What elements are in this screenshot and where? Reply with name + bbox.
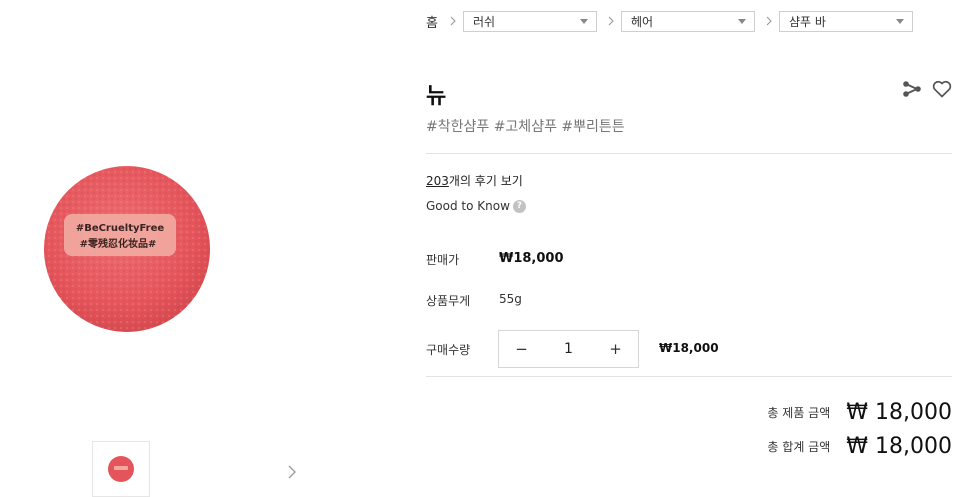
breadcrumb-select-subcategory[interactable]: 샴푸 바	[778, 10, 913, 32]
good-to-know-label: Good to Know	[426, 199, 510, 213]
grand-total-label: 총 합계 금액	[767, 440, 831, 454]
chevron-right-icon	[288, 465, 296, 479]
good-to-know[interactable]: Good to Know ?	[426, 199, 526, 213]
product-total-row: 총 제품 금액 ₩ 18,000	[767, 400, 952, 425]
product-gallery: #BeCrueltyFree #零残忍化妆品#	[0, 0, 410, 497]
review-link-text: 개의 후기 보기	[448, 174, 523, 188]
wishlist-button[interactable]	[932, 79, 952, 99]
product-title: 뉴	[426, 84, 447, 109]
product-thumbnail[interactable]	[92, 441, 150, 497]
quantity-label: 구매수량	[426, 343, 471, 357]
quantity-line-price: ₩18,000	[659, 341, 719, 355]
thumbnail-image	[108, 456, 134, 482]
review-count: 203	[426, 174, 449, 188]
breadcrumb: 홈 러쉬 헤어 샴푸 바	[426, 10, 921, 32]
caret-down-icon	[737, 18, 746, 24]
product-actions	[902, 79, 952, 99]
breadcrumb-select-category-value: 헤어	[630, 14, 654, 29]
breadcrumb-select-category[interactable]: 헤어	[620, 10, 755, 32]
chevron-right-icon	[605, 15, 617, 27]
breadcrumb-select-subcategory-value: 샴푸 바	[788, 14, 826, 29]
image-label-line1: #BeCrueltyFree	[76, 223, 165, 234]
breadcrumb-home[interactable]: 홈	[426, 12, 438, 31]
reviews-link[interactable]: 203개의 후기 보기	[426, 172, 523, 189]
breadcrumb-select-brand[interactable]: 러쉬	[462, 10, 597, 32]
chevron-right-icon	[447, 15, 459, 27]
quantity-increase-button[interactable]: +	[593, 331, 638, 367]
product-detail-panel: 홈 러쉬 헤어 샴푸 바 뉴 #착한샴푸 #고체샴푸 #뿌리튼튼 203개의 후…	[426, 0, 952, 497]
grand-total-row: 총 합계 금액 ₩ 18,000	[767, 434, 952, 459]
share-icon	[903, 81, 921, 97]
divider	[426, 376, 952, 377]
product-total-label: 총 제품 금액	[767, 406, 831, 420]
caret-down-icon	[895, 18, 904, 24]
quantity-decrease-button[interactable]: −	[499, 331, 544, 367]
weight-label: 상품무게	[426, 294, 471, 308]
grand-total-value: ₩ 18,000	[846, 434, 952, 459]
price-value: ₩18,000	[499, 251, 564, 266]
weight-value: 55g	[499, 292, 522, 306]
product-total-value: ₩ 18,000	[846, 400, 952, 425]
share-button[interactable]	[902, 79, 922, 99]
product-hashtags: #착한샴푸 #고체샴푸 #뿌리튼튼	[426, 119, 625, 135]
quantity-stepper: − +	[498, 330, 639, 368]
product-main-image: #BeCrueltyFree #零残忍化妆品#	[42, 164, 212, 334]
quantity-input[interactable]	[544, 331, 593, 367]
chevron-right-icon	[763, 15, 775, 27]
caret-down-icon	[579, 18, 588, 24]
breadcrumb-select-brand-value: 러쉬	[472, 14, 496, 29]
thumbnail-next-button[interactable]	[284, 462, 300, 482]
heart-icon	[932, 80, 952, 98]
image-label-line2: #零残忍化妆品#	[80, 237, 157, 250]
divider	[426, 153, 952, 154]
question-icon[interactable]: ?	[512, 199, 526, 213]
price-label: 판매가	[426, 253, 460, 267]
